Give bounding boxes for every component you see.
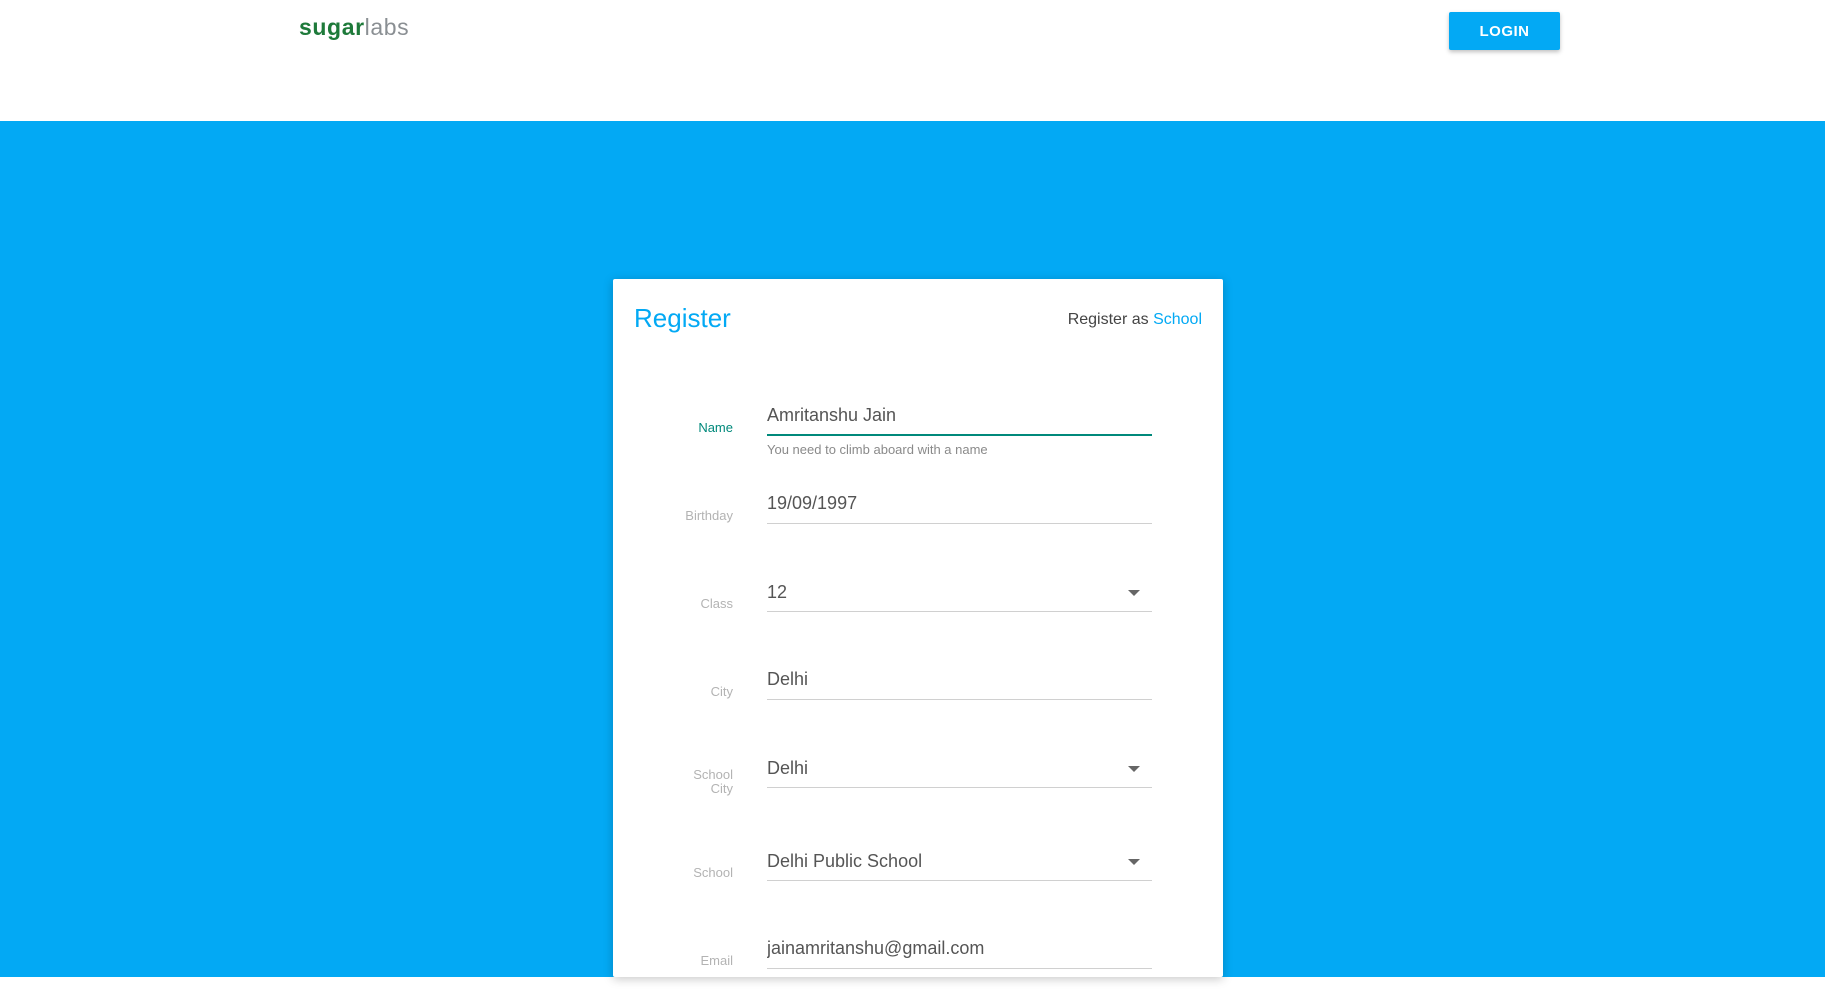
school-city-select-value: Delhi <box>767 758 809 778</box>
chevron-down-icon <box>1128 859 1140 865</box>
class-select-value: 12 <box>767 582 788 602</box>
class-label: Class <box>700 596 733 611</box>
school-city-label-line1: School <box>693 767 733 782</box>
logo-labs-text: labs <box>364 14 410 40</box>
school-city-label: School City <box>633 768 733 796</box>
city-label: City <box>710 684 733 699</box>
name-field-row: Name You need to climb aboard with a nam… <box>613 396 1223 457</box>
name-input[interactable] <box>767 396 1152 436</box>
chevron-down-icon <box>1128 766 1140 772</box>
email-label: Email <box>700 953 733 968</box>
birthday-input[interactable] <box>767 484 1152 524</box>
logo-sugar-text: sugar <box>299 14 365 40</box>
email-input[interactable] <box>767 929 1152 969</box>
login-button[interactable]: LOGIN <box>1449 12 1560 50</box>
school-field-row: School Delhi Public School <box>613 841 1223 901</box>
city-field-row: City <box>613 660 1223 720</box>
chevron-down-icon <box>1128 590 1140 596</box>
name-label: Name <box>698 420 733 435</box>
class-select[interactable]: 12 <box>767 572 1152 612</box>
sugarlabs-logo[interactable]: sugarlabs <box>299 14 409 41</box>
name-helper-text: You need to climb aboard with a name <box>767 442 988 457</box>
register-as-school-link[interactable]: School <box>1153 311 1202 328</box>
register-card: Register Register as School Name You nee… <box>613 279 1223 977</box>
school-city-field-row: School City Delhi <box>613 748 1223 808</box>
register-as-switch: Register as School <box>1068 311 1202 329</box>
register-title: Register <box>634 303 731 333</box>
birthday-field-row: Birthday <box>613 484 1223 544</box>
school-select-value: Delhi Public School <box>767 851 923 871</box>
top-bar: sugarlabs LOGIN <box>0 0 1825 121</box>
city-input[interactable] <box>767 660 1152 700</box>
school-label: School <box>693 865 733 880</box>
school-select[interactable]: Delhi Public School <box>767 841 1152 881</box>
register-as-prefix: Register as <box>1067 311 1149 328</box>
school-city-select[interactable]: Delhi <box>767 748 1152 788</box>
class-field-row: Class 12 <box>613 572 1223 632</box>
school-city-label-line2: City <box>710 781 733 796</box>
email-field-row: Email <box>613 929 1223 989</box>
birthday-label: Birthday <box>685 508 733 523</box>
